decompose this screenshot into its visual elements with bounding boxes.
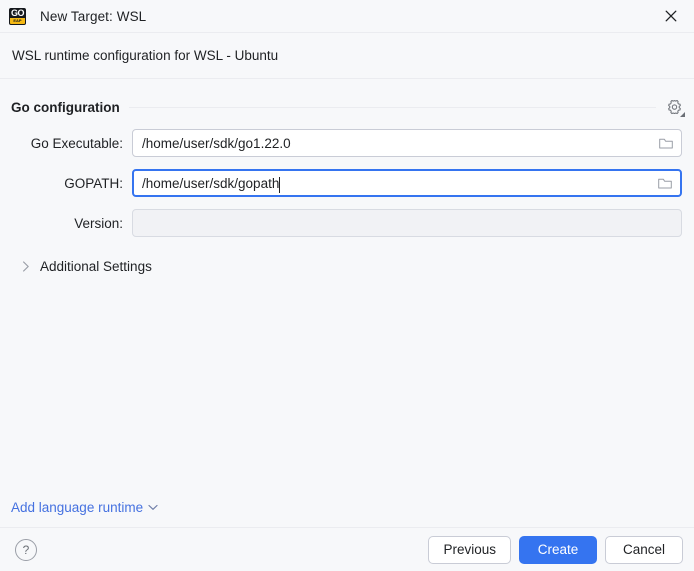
chevron-right-icon xyxy=(21,262,31,272)
form-row-gopath: GOPATH: /home/user/sdk/gopath xyxy=(11,169,683,197)
help-icon[interactable]: ? xyxy=(15,539,37,561)
cancel-button[interactable]: Cancel xyxy=(605,536,683,564)
folder-icon[interactable] xyxy=(657,134,675,152)
go-configuration-section-header: Go configuration xyxy=(11,97,683,117)
text-caret xyxy=(279,177,280,193)
gopath-field[interactable]: /home/user/sdk/gopath xyxy=(132,169,682,197)
dialog-subtitle: WSL runtime configuration for WSL - Ubun… xyxy=(12,48,278,63)
go-executable-field[interactable]: /home/user/sdk/go1.22.0 xyxy=(132,129,682,157)
additional-settings-label: Additional Settings xyxy=(40,259,152,274)
create-button[interactable]: Create xyxy=(519,536,597,564)
help-icon-label: ? xyxy=(23,543,30,557)
dialog-footer: ? Previous Create Cancel xyxy=(0,527,694,571)
new-target-dialog: GO EAP New Target: WSL WSL runtime confi… xyxy=(0,0,694,571)
gear-icon[interactable] xyxy=(665,98,683,116)
go-executable-label: Go Executable: xyxy=(11,136,132,151)
dialog-titlebar: GO EAP New Target: WSL xyxy=(0,0,694,33)
footer-button-group: Previous Create Cancel xyxy=(428,536,683,564)
additional-settings-toggle[interactable]: Additional Settings xyxy=(11,259,683,274)
close-icon[interactable] xyxy=(658,3,684,29)
folder-icon[interactable] xyxy=(656,174,674,192)
go-configuration-form: Go Executable: /home/user/sdk/go1.22.0 G… xyxy=(11,129,683,237)
previous-button[interactable]: Previous xyxy=(428,536,511,564)
version-field xyxy=(132,209,682,237)
gopath-value: /home/user/sdk/gopath xyxy=(142,176,279,191)
section-title: Go configuration xyxy=(11,100,120,115)
goland-eap-icon: GO EAP xyxy=(9,8,26,25)
add-language-runtime-button[interactable]: Add language runtime xyxy=(11,500,158,515)
dialog-body: Go configuration Go Executable: /home/us… xyxy=(0,79,694,527)
form-row-go-executable: Go Executable: /home/user/sdk/go1.22.0 xyxy=(11,129,683,157)
chevron-down-icon xyxy=(148,503,158,513)
section-divider xyxy=(129,107,656,108)
version-label: Version: xyxy=(11,216,132,231)
dialog-subtitle-bar: WSL runtime configuration for WSL - Ubun… xyxy=(0,33,694,79)
gopath-label: GOPATH: xyxy=(11,176,132,191)
dialog-title: New Target: WSL xyxy=(40,9,146,24)
add-language-runtime-label: Add language runtime xyxy=(11,500,143,515)
go-executable-value: /home/user/sdk/go1.22.0 xyxy=(142,136,291,151)
app-icon-eap-badge: EAP xyxy=(10,18,25,24)
form-row-version: Version: xyxy=(11,209,683,237)
